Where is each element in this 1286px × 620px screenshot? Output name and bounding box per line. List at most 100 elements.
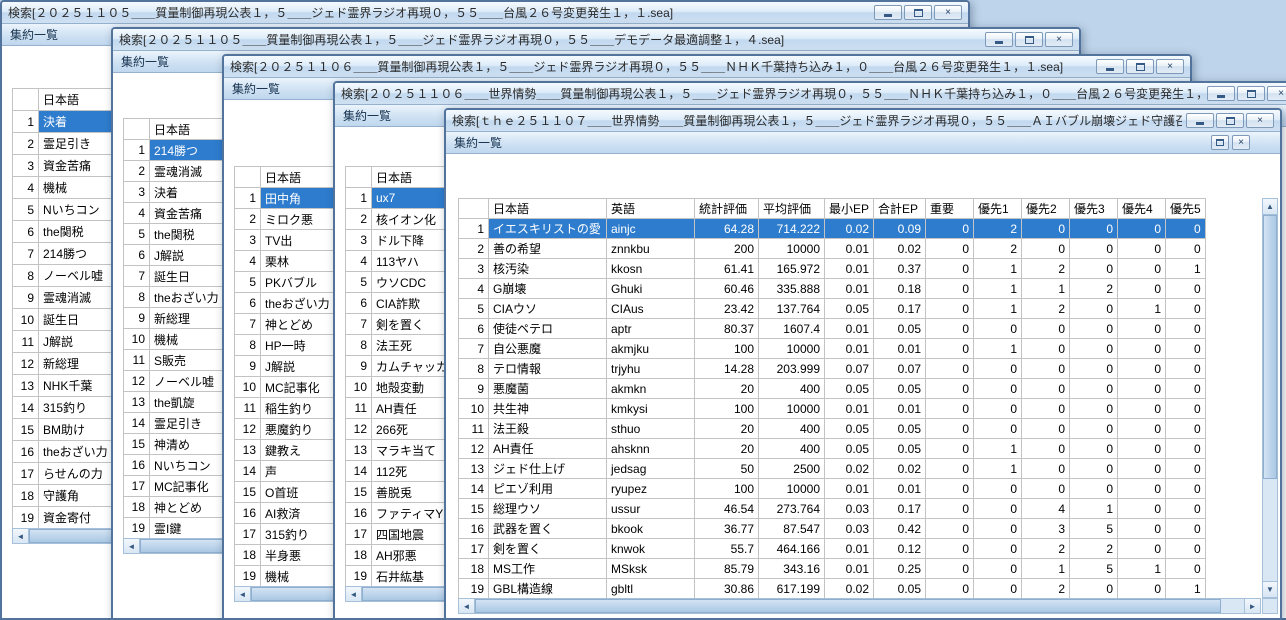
table-row[interactable]: 19GBL構造線gbltl30.86617.1990.020.05002001 [459, 579, 1206, 599]
cell[interactable]: 資金苦痛 [150, 203, 234, 224]
cell[interactable]: 0.01 [825, 539, 874, 559]
cell[interactable]: the関税 [39, 221, 123, 243]
table-row[interactable]: 8法王死 [346, 335, 456, 356]
cell[interactable]: 0.18 [874, 279, 926, 299]
table-row[interactable]: 18半身悪 [235, 545, 345, 566]
cell[interactable]: 5 [1070, 519, 1118, 539]
table-row[interactable]: 2ミロク悪 [235, 209, 345, 230]
cell[interactable]: 0.05 [874, 319, 926, 339]
cell[interactable]: 165.972 [759, 259, 825, 279]
cell[interactable]: 0 [1022, 419, 1070, 439]
row-number[interactable]: 1 [13, 111, 39, 133]
cell[interactable]: 0.01 [825, 259, 874, 279]
cell[interactable]: 0 [1022, 479, 1070, 499]
column-header[interactable]: 優先1 [974, 199, 1022, 219]
column-header[interactable]: 合計EP [874, 199, 926, 219]
cell[interactable]: CIAウソ [489, 299, 607, 319]
row-number[interactable]: 2 [346, 209, 372, 230]
table-row[interactable]: 2霊魂消滅 [124, 161, 234, 182]
table-row[interactable]: 9悪魔菌akmkn204000.050.05000000 [459, 379, 1206, 399]
cell[interactable]: 決着 [150, 182, 234, 203]
cell[interactable]: 2 [974, 239, 1022, 259]
row-number[interactable]: 10 [346, 377, 372, 398]
table-row[interactable]: 11AH責任 [346, 398, 456, 419]
close-button[interactable]: × [1156, 59, 1184, 74]
cell[interactable]: 2 [1022, 579, 1070, 599]
row-number[interactable]: 17 [459, 539, 489, 559]
table-row[interactable]: 5CIAウソCIAus23.42137.7640.050.17012010 [459, 299, 1206, 319]
row-number[interactable]: 11 [124, 350, 150, 371]
cell[interactable]: 20 [695, 439, 759, 459]
cell[interactable]: 0 [1070, 219, 1118, 239]
cell[interactable]: aptr [607, 319, 695, 339]
cell[interactable]: 20 [695, 419, 759, 439]
cell[interactable]: BM助け [39, 419, 123, 441]
table-row[interactable]: 13the凱旋 [124, 392, 234, 413]
cell[interactable]: 使徒ペテロ [489, 319, 607, 339]
cell[interactable]: GBL構造線 [489, 579, 607, 599]
cell[interactable]: 善の希望 [489, 239, 607, 259]
cell[interactable]: 決着 [39, 111, 123, 133]
window-titlebar[interactable]: 検索[２０２５１１０６＿＿質量制御再現公表１，５＿＿ジェド霊界ラジオ再現０，５５… [224, 56, 1190, 78]
column-header[interactable]: 英語 [607, 199, 695, 219]
row-number[interactable]: 15 [124, 434, 150, 455]
cell[interactable]: 0.05 [825, 439, 874, 459]
cell[interactable]: 0 [1166, 539, 1206, 559]
table-row[interactable]: 15総理ウソussur46.54273.7640.030.17004100 [459, 499, 1206, 519]
row-number[interactable]: 16 [346, 503, 372, 524]
column-header[interactable]: 日本語 [39, 89, 123, 111]
cell[interactable]: 0 [1118, 419, 1166, 439]
row-number[interactable]: 14 [235, 461, 261, 482]
cell[interactable]: 0 [1070, 419, 1118, 439]
cell[interactable]: 85.79 [695, 559, 759, 579]
cell[interactable]: 80.37 [695, 319, 759, 339]
cell[interactable]: 法王殺 [489, 419, 607, 439]
row-number[interactable]: 12 [346, 419, 372, 440]
table-row[interactable]: 17らせんの力 [13, 463, 123, 485]
cell[interactable]: 0 [974, 519, 1022, 539]
cell[interactable]: 714.222 [759, 219, 825, 239]
cell[interactable]: ウソCDC [372, 272, 456, 293]
cell[interactable]: 0 [1166, 319, 1206, 339]
cell[interactable]: 0 [926, 559, 974, 579]
column-header[interactable]: 平均評価 [759, 199, 825, 219]
row-number[interactable]: 12 [13, 353, 39, 375]
cell[interactable]: 0 [1070, 439, 1118, 459]
cell[interactable]: ミロク悪 [261, 209, 345, 230]
close-button[interactable]: × [934, 5, 962, 20]
maximize-button[interactable] [1015, 32, 1043, 47]
cell[interactable]: 0 [926, 419, 974, 439]
table-row[interactable]: 16武器を置くbkook36.7787.5470.030.42003500 [459, 519, 1206, 539]
cell[interactable]: 0.05 [874, 419, 926, 439]
row-number[interactable]: 6 [13, 221, 39, 243]
row-number[interactable]: 1 [235, 188, 261, 209]
cell[interactable]: Nいちコン [39, 199, 123, 221]
window-titlebar[interactable]: 検索[２０２５１１０５＿＿質量制御再現公表１，５＿＿ジェド霊界ラジオ再現０，５５… [2, 2, 968, 24]
row-number[interactable]: 19 [13, 507, 39, 529]
table-row[interactable]: 13ジェド仕上げjedsag5025000.020.02010000 [459, 459, 1206, 479]
cell[interactable]: 0 [926, 359, 974, 379]
cell[interactable]: ahsknn [607, 439, 695, 459]
table-row[interactable]: 5the関税 [124, 224, 234, 245]
column-header[interactable]: 日本語 [489, 199, 607, 219]
cell[interactable]: 2 [974, 219, 1022, 239]
row-number[interactable]: 10 [459, 399, 489, 419]
row-number[interactable]: 7 [124, 266, 150, 287]
cell[interactable]: PKバブル [261, 272, 345, 293]
cell[interactable]: 0 [1118, 579, 1166, 599]
table-row[interactable]: 16AI救済 [235, 503, 345, 524]
cell[interactable]: 1 [1118, 299, 1166, 319]
cell[interactable]: 剣を置く [372, 314, 456, 335]
cell[interactable]: 剣を置く [489, 539, 607, 559]
cell[interactable]: 0 [1118, 319, 1166, 339]
scrollbar-thumb[interactable] [29, 529, 121, 543]
table-row[interactable]: 7神とどめ [235, 314, 345, 335]
cell[interactable]: 10000 [759, 339, 825, 359]
table-row[interactable]: 17剣を置くknwok55.7464.1660.010.12002200 [459, 539, 1206, 559]
cell[interactable]: the凱旋 [150, 392, 234, 413]
cell[interactable]: 1 [974, 459, 1022, 479]
table-row[interactable]: 18守護角 [13, 485, 123, 507]
row-number[interactable]: 16 [124, 455, 150, 476]
cell[interactable]: 0.05 [825, 299, 874, 319]
cell[interactable]: 0 [1070, 339, 1118, 359]
